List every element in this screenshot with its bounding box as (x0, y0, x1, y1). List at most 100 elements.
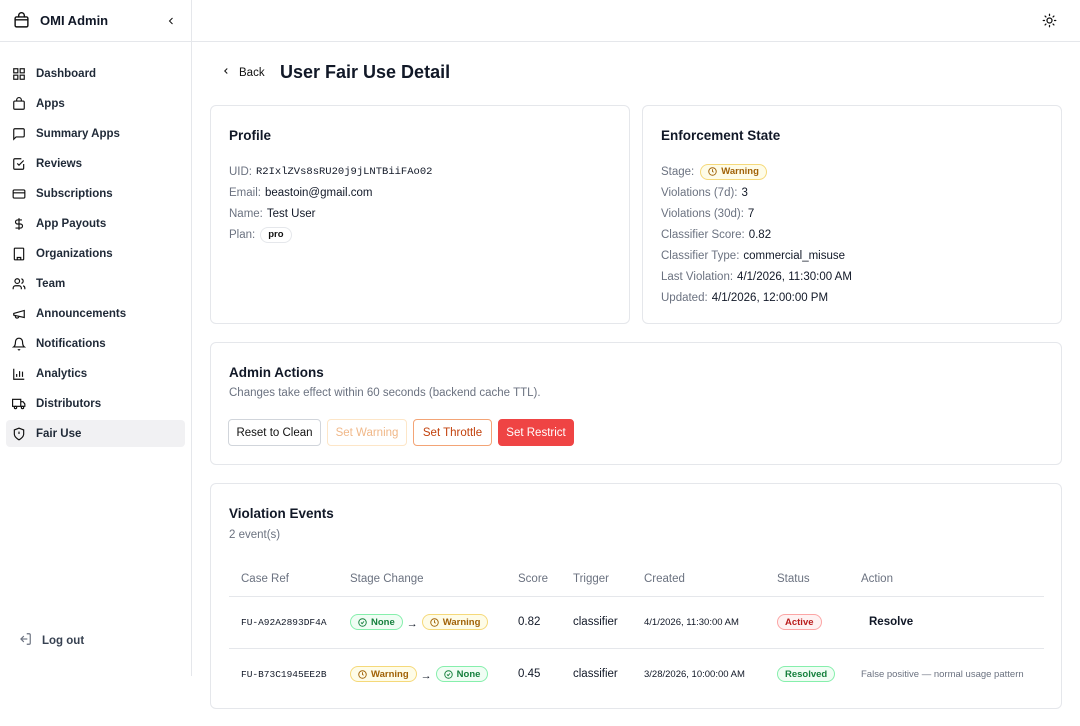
dashboard-icon (12, 67, 26, 81)
updated-row: Updated: 4/1/2026, 12:00:00 PM (661, 287, 852, 308)
score-cell: 0.45 (518, 668, 541, 681)
admin-actions-subtitle: Changes take effect within 60 seconds (b… (229, 387, 541, 399)
reset-to-clean-button[interactable]: Reset to Clean (228, 419, 321, 446)
updated-value: 4/1/2026, 12:00:00 PM (711, 291, 829, 304)
bag-icon (12, 12, 30, 30)
sidebar-item-label: Apps (36, 97, 65, 110)
sidebar-item-label: Announcements (36, 307, 127, 320)
stage-change-cell: Warning → None (338, 648, 506, 700)
sidebar-item-subscriptions[interactable]: Subscriptions (6, 180, 185, 207)
classifier-score-row: Classifier Score: 0.82 (661, 224, 852, 245)
profile-title: Profile (229, 128, 272, 143)
email-row: Email: beastoin@gmail.com (229, 182, 432, 203)
sidebar-item-distributors[interactable]: Distributors (6, 390, 185, 417)
sidebar-item-notifications[interactable]: Notifications (6, 330, 185, 357)
status-cell: Active (765, 596, 849, 649)
col-status: Status (765, 562, 849, 597)
logout-icon (18, 632, 32, 649)
col-created: Created (632, 562, 765, 597)
sidebar-item-label: Organizations (36, 247, 113, 260)
classifier-type-label: Classifier Type: (661, 249, 740, 262)
classifier-type-value: commercial_misuse (743, 249, 846, 262)
violations-30d-label: Violations (30d): (661, 207, 744, 220)
status-cell: Resolved (765, 648, 849, 700)
plan-label: Plan: (229, 228, 256, 241)
score-cell: 0.82 (506, 596, 561, 649)
sidebar-item-dashboard[interactable]: Dashboard (6, 60, 185, 87)
email-value: beastoin@gmail.com (264, 186, 373, 199)
case-ref-cell: FU-A92A2893DF4A (229, 596, 338, 649)
clock-icon (430, 617, 439, 627)
back-label: Back (239, 66, 265, 79)
classifier-type-row: Classifier Type: commercial_misuse (661, 245, 852, 266)
sidebar-item-app-payouts[interactable]: App Payouts (6, 210, 185, 237)
set-warning-button[interactable]: Set Warning (327, 419, 407, 446)
sun-icon[interactable] (1042, 13, 1058, 29)
shield-icon (12, 427, 26, 441)
plan-row: Plan: pro (229, 224, 432, 245)
bell-icon (12, 337, 26, 351)
sidebar-item-analytics[interactable]: Analytics (6, 360, 185, 387)
clock-icon (358, 670, 367, 679)
chevron-left-icon[interactable] (163, 13, 179, 29)
sidebar-item-announcements[interactable]: Announcements (6, 300, 185, 327)
arrow-icon: → (406, 617, 418, 630)
reviews-icon (12, 157, 26, 171)
to-stage-badge: Warning (421, 614, 489, 630)
shield-check-icon (358, 617, 367, 627)
to-stage: None (456, 668, 481, 680)
to-stage: Warning (442, 616, 481, 628)
sidebar-item-label: Summary Apps (36, 127, 120, 140)
app-title: OMI Admin (40, 13, 109, 28)
status-badge: Resolved (777, 666, 836, 683)
violations-7d-label: Violations (7d): (661, 186, 738, 199)
table-row: FU-A92A2893DF4A None → Warning 0.82 clas… (229, 596, 1044, 649)
enforcement-title: Enforcement State (661, 128, 781, 143)
sidebar-item-summary-apps[interactable]: Summary Apps (6, 120, 185, 147)
uid-row: UID: R2IxlZVs8sRU20j9jLNTBiiFAo02 (229, 161, 432, 182)
profile-card: Profile UID: R2IxlZVs8sRU20j9jLNTBiiFAo0… (210, 105, 630, 324)
violation-count: 2 event(s) (229, 529, 281, 541)
set-throttle-button[interactable]: Set Throttle (413, 419, 492, 446)
uid-label: UID: (229, 165, 252, 178)
col-trigger: Trigger (561, 562, 632, 597)
megaphone-icon (12, 307, 26, 321)
violations-7d-value: 3 (741, 186, 748, 199)
col-stage-change: Stage Change (338, 562, 506, 597)
violations-30d-row: Violations (30d): 7 (661, 203, 852, 224)
sidebar-item-reviews[interactable]: Reviews (6, 150, 185, 177)
set-restrict-button[interactable]: Set Restrict (498, 419, 574, 446)
stage-badge: Warning (700, 163, 767, 180)
col-case-ref: Case Ref (229, 562, 338, 597)
sidebar-item-organizations[interactable]: Organizations (6, 240, 185, 267)
to-stage-badge: None (435, 666, 489, 683)
truck-icon (12, 397, 26, 411)
page-title: User Fair Use Detail (280, 62, 451, 82)
trigger-cell: classifier (573, 668, 618, 681)
resolve-button[interactable]: Resolve (861, 616, 913, 628)
back-button[interactable]: Back (221, 66, 265, 79)
resolution-note: False positive — normal usage pattern (861, 668, 1024, 680)
sidebar-item-team[interactable]: Team (6, 270, 185, 297)
sidebar-nav: Dashboard Apps Summary Apps Reviews Subs… (0, 42, 191, 447)
dollar-icon (12, 217, 26, 231)
last-violation-label: Last Violation: (661, 270, 734, 283)
table-header-row: Case Ref Stage Change Score Trigger Crea… (229, 562, 1044, 597)
chevron-left-icon (221, 66, 231, 79)
violation-events-title: Violation Events (229, 506, 334, 521)
clock-icon (708, 167, 717, 176)
logout-button[interactable]: Log out (18, 632, 84, 649)
from-stage: None (371, 616, 395, 628)
violations-30d-value: 7 (747, 207, 755, 220)
admin-actions-card: Admin Actions Changes take effect within… (210, 342, 1062, 465)
last-violation-row: Last Violation: 4/1/2026, 11:30:00 AM (661, 266, 852, 287)
summary-apps-icon (12, 127, 26, 141)
email-label: Email: (229, 186, 261, 199)
building-icon (12, 247, 26, 261)
sidebar-item-label: Subscriptions (36, 187, 113, 200)
sidebar-item-apps[interactable]: Apps (6, 90, 185, 117)
subscriptions-icon (12, 187, 26, 201)
action-cell: Resolve (849, 596, 1044, 649)
sidebar-item-fair-use[interactable]: Fair Use (6, 420, 185, 447)
analytics-icon (12, 367, 26, 381)
